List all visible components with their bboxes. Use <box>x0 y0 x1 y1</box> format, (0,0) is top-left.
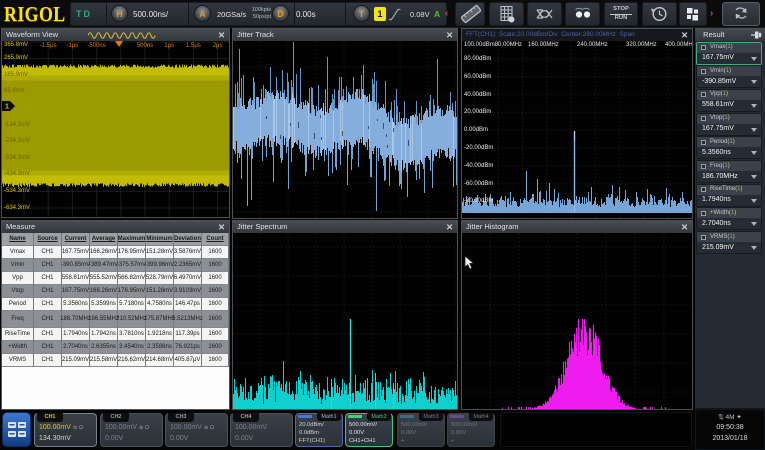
svg-text:1: 1 <box>5 104 9 111</box>
